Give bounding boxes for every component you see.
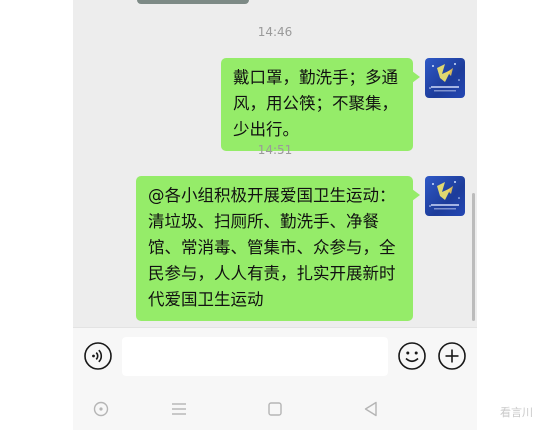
chat-scrollbar[interactable] [472,193,475,321]
square-icon[interactable] [263,397,287,421]
triangle-back-icon[interactable] [359,397,383,421]
previous-image-message[interactable] [137,0,249,4]
circle-dot-icon[interactable] [89,397,113,421]
message-input-bar [73,327,477,383]
user-avatar[interactable] [425,58,465,98]
system-navigation-bar [73,383,477,430]
message-text: @各小组积极开展爱国卫生运动：清垃圾、扫厕所、勤洗手、净餐馆、常消毒、管集市、众… [148,186,396,309]
left-margin [0,0,73,430]
avatar-image [429,63,460,92]
menu-lines-icon[interactable] [167,397,191,421]
user-avatar[interactable] [425,176,465,216]
chat-screen: 14:46 戴口罩，勤洗手；多通风，用公筷；不聚集，少出行。 14:51 @各小… [73,0,477,430]
plus-circle-icon[interactable] [437,341,467,371]
message-text: 戴口罩，勤洗手；多通风，用公筷；不聚集，少出行。 [233,68,398,139]
message-timestamp: 14:46 [257,25,293,39]
voice-icon[interactable] [83,341,113,371]
message-timestamp: 14:51 [257,143,293,157]
sent-message-bubble[interactable]: 戴口罩，勤洗手；多通风，用公筷；不聚集，少出行。 [221,58,420,151]
emoji-icon[interactable] [397,341,427,371]
watermark-text: 看言川 [500,406,533,419]
sent-message-bubble[interactable]: @各小组积极开展爱国卫生运动：清垃圾、扫厕所、勤洗手、净餐馆、常消毒、管集市、众… [136,176,420,321]
avatar-image [429,181,460,210]
message-input[interactable] [122,337,388,376]
right-margin [477,0,550,430]
